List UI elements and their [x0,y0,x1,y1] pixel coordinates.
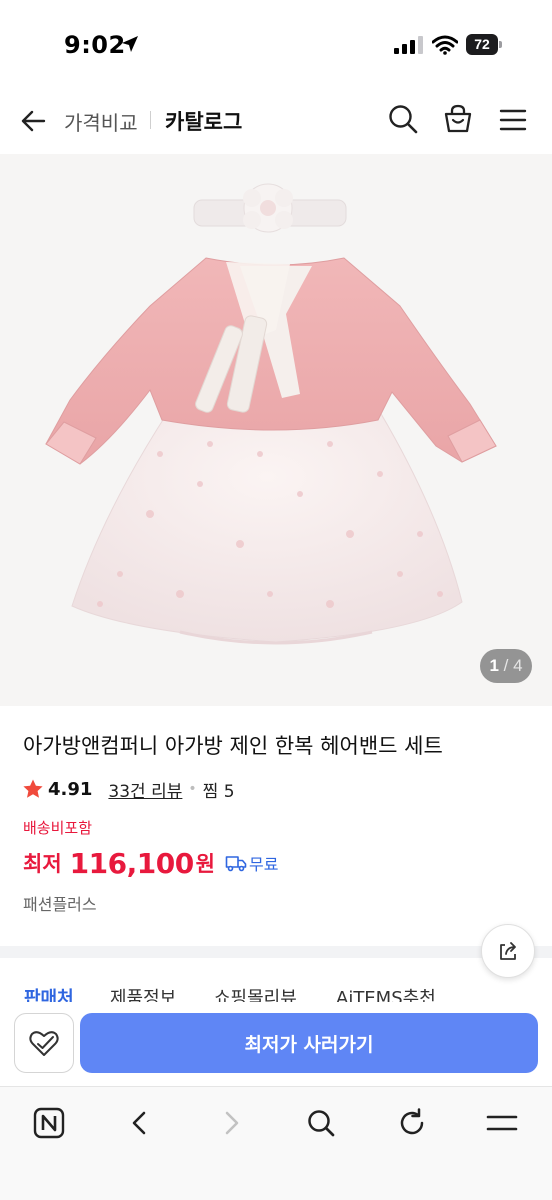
search-icon [308,1110,335,1137]
shop-name[interactable]: 패션플러스 [23,891,97,915]
browser-back-button[interactable] [122,1105,158,1141]
naver-n-icon [33,1107,65,1139]
product-title: 아가방앤컴퍼니 아가방 제인 한복 헤어밴드 세트 [23,734,443,758]
breadcrumb-price-compare[interactable]: 가격비교 [64,107,138,136]
hanbok-dress-illustration [45,183,497,645]
signal-icon [394,36,423,54]
wish-button[interactable] [14,1013,74,1073]
share-button[interactable] [481,924,535,978]
truck-icon [225,856,247,872]
refresh-icon [400,1108,424,1135]
status-bar: 9:02 72 [0,0,552,90]
buy-lowest-price-button[interactable]: 최저가 사러가기 [80,1013,538,1073]
naver-home-button[interactable] [31,1105,67,1141]
price-row: 최저 116,100 원 무료 [23,844,278,882]
browser-search-button[interactable] [303,1105,339,1141]
separator-dot: • [188,781,197,797]
cart-icon[interactable] [441,102,475,136]
menu-icon [486,1115,518,1131]
menu-icon[interactable] [497,104,529,136]
review-link[interactable]: 33건 리뷰 [108,777,182,802]
star-icon [23,779,43,798]
rating-row: 4.91 33건 리뷰 • 찜 5 [22,776,235,802]
image-counter: 1 / 4 [480,649,532,683]
app-header: 가격비교 카탈로그 [0,90,552,154]
chevron-left-icon [132,1111,146,1135]
shipping-included-label: 배송비포함 [23,819,93,837]
browser-forward-button[interactable] [213,1105,249,1141]
price-label: 최저 [23,852,62,876]
heart-check-icon [29,1031,59,1056]
breadcrumb-separator [150,111,151,129]
browser-toolbar [0,1086,552,1200]
wifi-icon [432,35,458,55]
wish-count: 찜 5 [202,781,235,802]
browser-menu-button[interactable] [484,1105,520,1141]
location-arrow-icon [122,36,138,52]
price-value: 116,100 [69,846,195,880]
breadcrumb-catalog[interactable]: 카탈로그 [165,106,242,136]
section-divider [0,946,552,958]
browser-refresh-button[interactable] [394,1105,430,1141]
price-unit: 원 [195,852,215,876]
product-image[interactable] [0,154,552,706]
share-icon [500,942,516,960]
free-shipping-label: 무료 [249,855,279,874]
search-icon[interactable] [386,102,420,136]
battery-icon: 72 [466,34,502,55]
back-arrow-icon[interactable] [16,103,52,139]
rating-value: 4.91 [48,778,93,800]
chevron-right-icon [225,1111,239,1135]
purchase-bar: 최저가 사러가기 [0,1002,552,1086]
status-time: 9:02 [64,31,126,59]
battery-level: 72 [466,34,498,55]
